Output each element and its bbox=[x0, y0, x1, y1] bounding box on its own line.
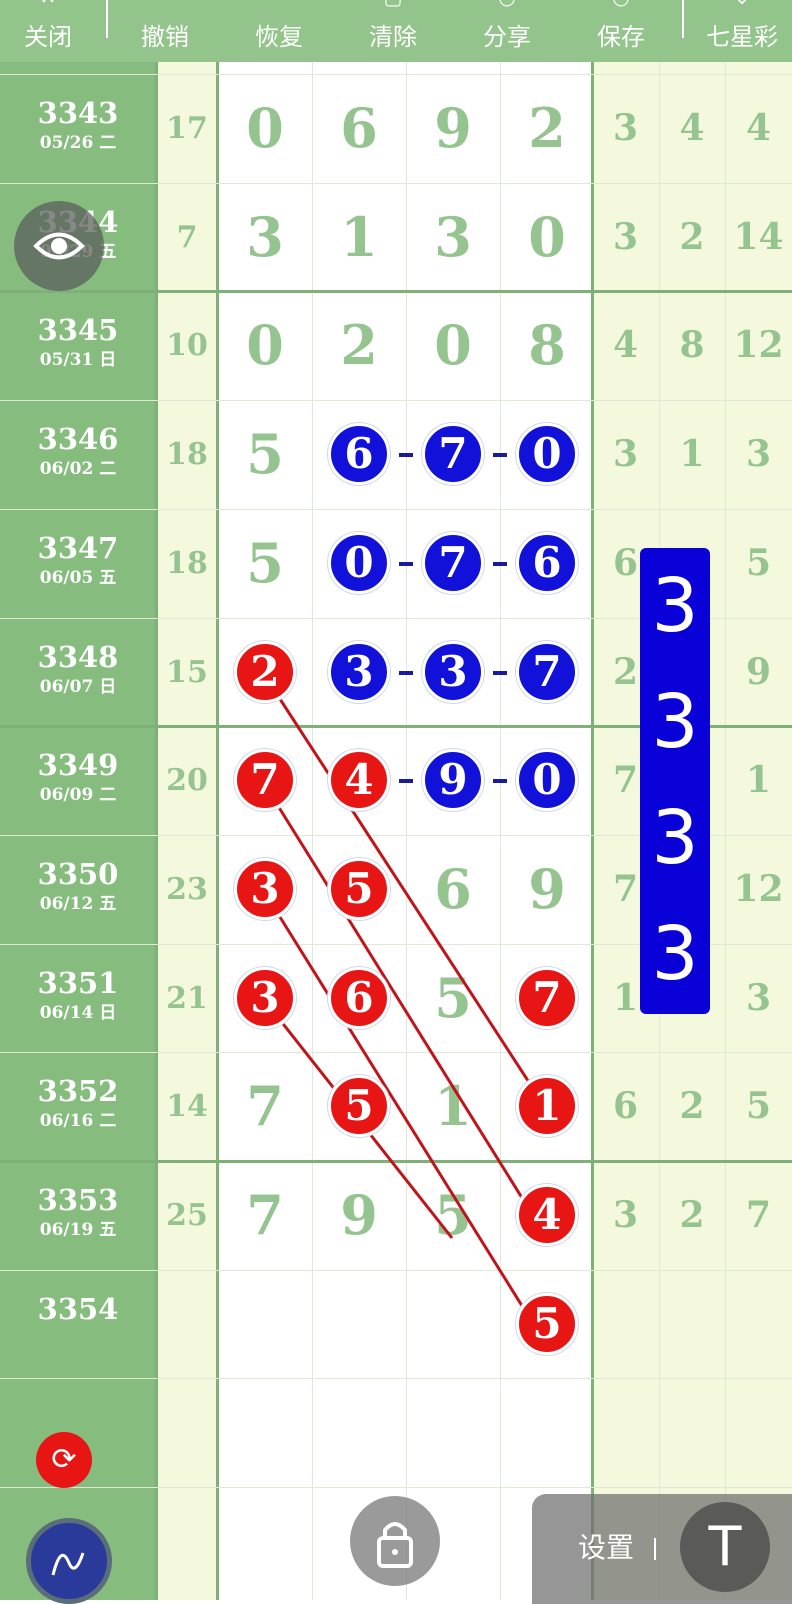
close-button[interactable]: ✕ 关闭 bbox=[0, 0, 96, 62]
redo-icon: ↷ bbox=[234, 0, 324, 8]
settings-button[interactable]: 设置 bbox=[578, 1530, 634, 1566]
blue-ball[interactable]: 0 bbox=[516, 749, 578, 811]
blue-ball[interactable]: 7 bbox=[422, 423, 484, 485]
highlight-digit: 3 bbox=[651, 795, 699, 881]
red-ball[interactable]: 3 bbox=[234, 858, 296, 920]
refresh-button[interactable]: ⟳ bbox=[36, 1432, 92, 1488]
highlight-digit: 3 bbox=[651, 679, 699, 765]
red-ball[interactable]: 1 bbox=[516, 1075, 578, 1137]
toggle-visibility-button[interactable] bbox=[14, 201, 104, 291]
undo-button[interactable]: ↶ 撤销 bbox=[120, 0, 210, 62]
red-ball[interactable]: 6 bbox=[328, 967, 390, 1029]
top-toolbar: ✕ 关闭 ↶ 撤销 ↷ 恢复 ▢ 清除 ○ 分享 ◡ 保存 ⌄ 七星彩 bbox=[0, 0, 792, 62]
blue-connector bbox=[493, 671, 507, 675]
red-ball[interactable]: 3 bbox=[234, 967, 296, 1029]
share-button[interactable]: ○ 分享 bbox=[462, 0, 552, 62]
redo-button[interactable]: ↷ 恢复 bbox=[234, 0, 324, 62]
red-ball[interactable]: 5 bbox=[328, 858, 390, 920]
repeat-highlight-block: 3 3 3 3 bbox=[640, 548, 710, 1014]
blue-connector bbox=[493, 453, 507, 457]
red-ball[interactable]: 2 bbox=[234, 641, 296, 703]
blue-ball[interactable]: 6 bbox=[516, 532, 578, 594]
blue-ball[interactable]: 3 bbox=[328, 641, 390, 703]
settings-panel: 设置 T bbox=[532, 1494, 792, 1604]
trash-icon: ▢ bbox=[348, 0, 438, 8]
blue-connector bbox=[399, 671, 413, 675]
text-tool-button[interactable]: T bbox=[680, 1502, 770, 1592]
settings-divider bbox=[654, 1538, 656, 1560]
blue-ball[interactable]: 6 bbox=[328, 423, 390, 485]
eye-icon bbox=[33, 232, 85, 260]
close-icon: ✕ bbox=[0, 0, 96, 8]
blue-connector bbox=[399, 453, 413, 457]
red-ball[interactable]: 7 bbox=[516, 967, 578, 1029]
share-icon: ○ bbox=[462, 0, 552, 8]
blue-ball[interactable]: 3 bbox=[422, 641, 484, 703]
game-selector-button[interactable]: ⌄ 七星彩 bbox=[694, 0, 790, 62]
blue-connector bbox=[399, 779, 413, 783]
blue-connector bbox=[399, 562, 413, 566]
toolbar-divider bbox=[682, 0, 684, 38]
blue-ball[interactable]: 0 bbox=[516, 423, 578, 485]
refresh-icon: ⟳ bbox=[51, 1442, 77, 1477]
chevron-down-icon: ⌄ bbox=[694, 0, 790, 8]
red-ball[interactable]: 5 bbox=[516, 1293, 578, 1355]
toolbar-divider bbox=[106, 0, 108, 38]
highlight-digit: 3 bbox=[651, 911, 699, 997]
blue-connector bbox=[493, 779, 507, 783]
save-icon: ◡ bbox=[576, 0, 666, 8]
highlight-digit: 3 bbox=[651, 563, 699, 649]
clear-button[interactable]: ▢ 清除 bbox=[348, 0, 438, 62]
save-button[interactable]: ◡ 保存 bbox=[576, 0, 666, 62]
red-ball[interactable]: 5 bbox=[328, 1075, 390, 1137]
red-ball[interactable]: 7 bbox=[234, 749, 296, 811]
blue-connector bbox=[493, 562, 507, 566]
red-ball[interactable]: 4 bbox=[328, 749, 390, 811]
blue-ball[interactable]: 9 bbox=[422, 749, 484, 811]
undo-icon: ↶ bbox=[120, 0, 210, 8]
blue-ball[interactable]: 7 bbox=[422, 532, 484, 594]
pen-icon bbox=[51, 1552, 85, 1576]
draw-pen-button[interactable] bbox=[26, 1518, 112, 1604]
blue-ball[interactable]: 7 bbox=[516, 641, 578, 703]
blue-ball[interactable]: 0 bbox=[328, 532, 390, 594]
lock-button[interactable] bbox=[350, 1496, 440, 1586]
lock-icon bbox=[377, 1522, 413, 1568]
red-ball[interactable]: 4 bbox=[516, 1184, 578, 1246]
